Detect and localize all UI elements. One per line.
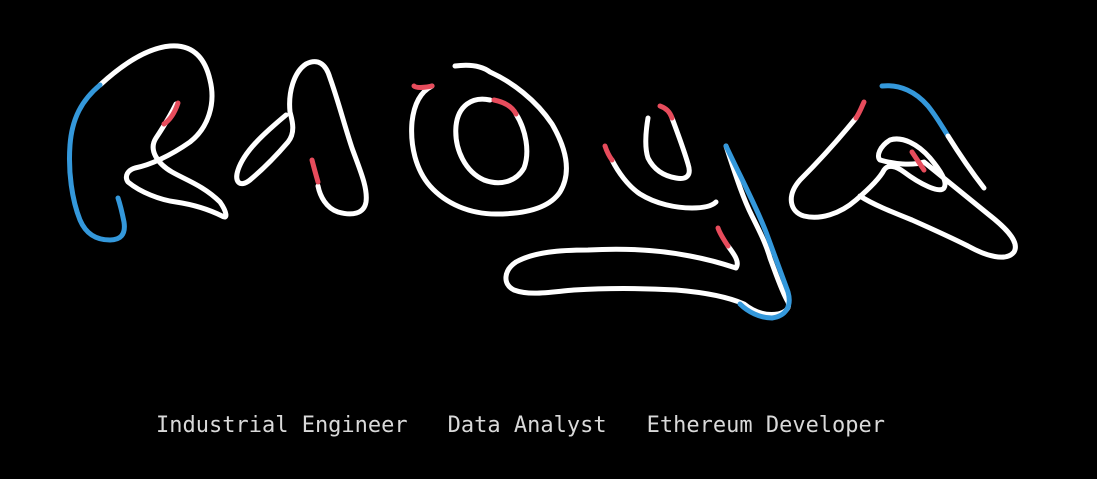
letter-y-inner-red-accent [657, 103, 675, 121]
role-ethereum-developer: Ethereum Developer [646, 412, 886, 438]
logo-letter-a2 [788, 83, 1018, 260]
roles-line: Industrial Engineer Data Analyst Ethereu… [156, 410, 885, 440]
letter-a2-red-accent-upper [853, 99, 867, 121]
letter-y-cup-stroke [609, 157, 719, 211]
letter-a2-top-stroke [945, 133, 987, 191]
letter-y-tail-red-accent [715, 225, 731, 249]
logo-letter-y [503, 103, 792, 321]
hero-canvas: Industrial Engineer Data Analyst Ethereu… [0, 0, 1097, 479]
letter-y-cup-red-accent [602, 143, 615, 163]
letter-o-outer-stroke [409, 62, 569, 217]
letter-a2-blue-accent [879, 83, 951, 139]
role-industrial-engineer: Industrial Engineer [156, 412, 408, 438]
letter-a1-red-accent [309, 157, 321, 185]
letter-a1-stroke [234, 59, 369, 217]
logo-letter-a1 [234, 59, 369, 217]
letter-o-inner-red-accent [491, 97, 519, 117]
role-data-analyst: Data Analyst [447, 412, 607, 438]
letter-r-blue-accent [67, 82, 127, 243]
logo-letter-r [67, 43, 229, 243]
letter-y-tail-stroke [503, 143, 791, 317]
letter-y-inner-stroke [643, 115, 692, 181]
logo-letter-o [409, 62, 569, 217]
letter-r-stroke [97, 43, 229, 220]
letter-o-outer-red-accent [411, 83, 435, 90]
handwritten-logo [67, 43, 1018, 321]
letter-r-red-accent [161, 100, 181, 127]
